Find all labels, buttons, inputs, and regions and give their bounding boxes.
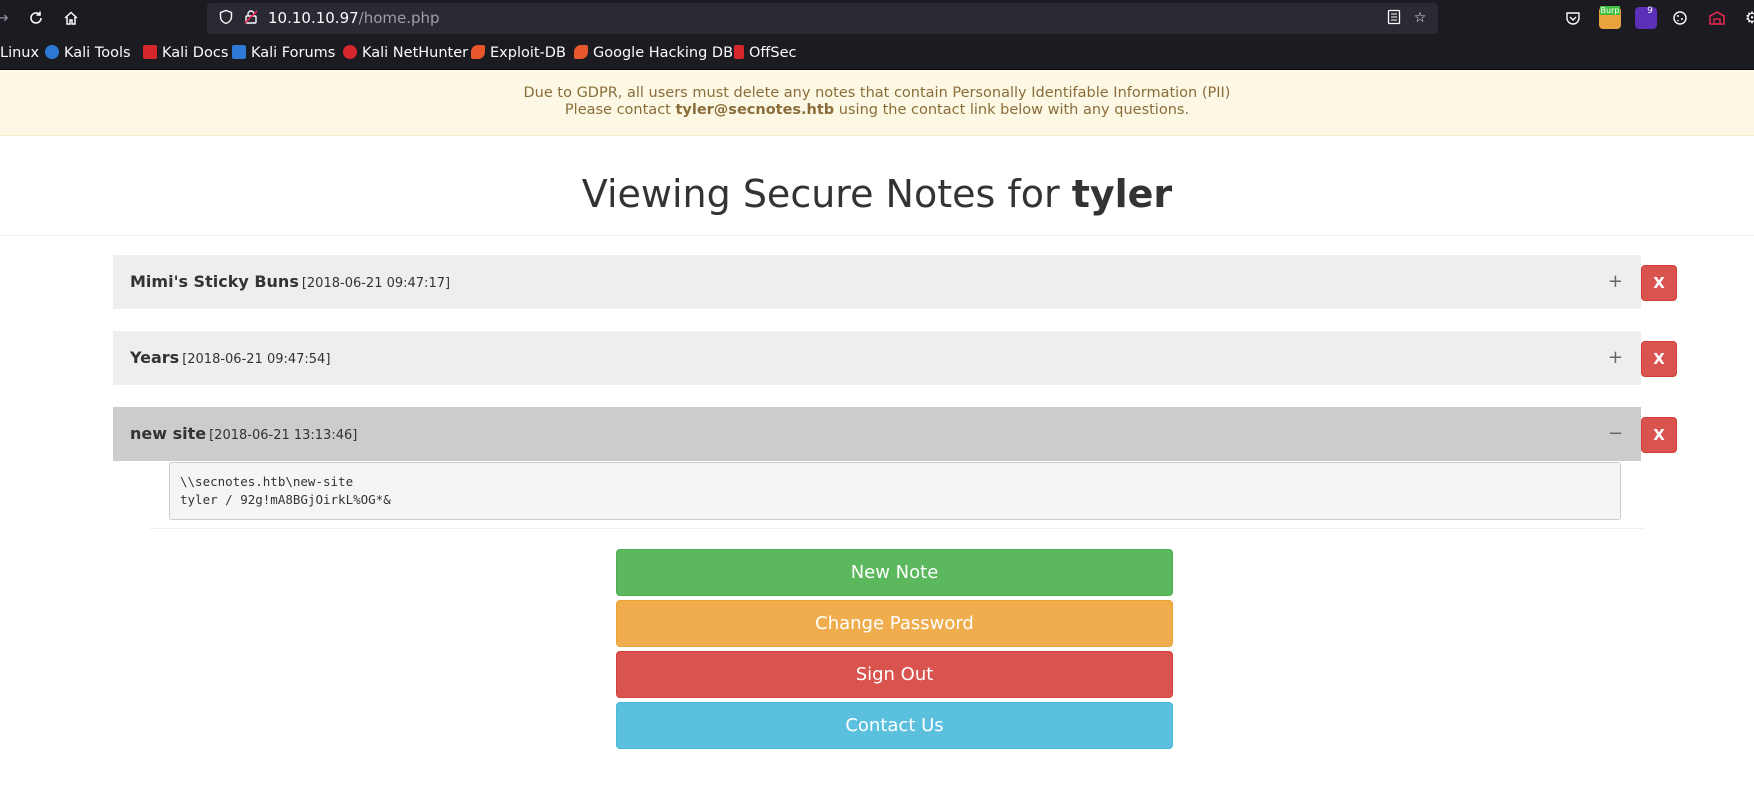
extensions-puzzle-icon[interactable]: ⚙ — [1742, 8, 1754, 28]
burp-extension-icon[interactable]: Burp — [1599, 6, 1621, 29]
note-header[interactable]: Years [2018-06-21 09:47:54] + — [113, 331, 1641, 385]
expand-icon[interactable]: + — [1608, 255, 1623, 309]
page-title: Viewing Secure Notes for tyler — [0, 136, 1754, 236]
bookmark-linux[interactable]: Linux — [0, 37, 39, 69]
collapse-icon[interactable]: − — [1608, 407, 1623, 461]
username: tyler — [1071, 172, 1173, 216]
bookmarks-bar: Linux Kali Tools Kali Docs Kali Forums K… — [0, 37, 1754, 69]
new-note-button[interactable]: New Note — [616, 549, 1173, 596]
delete-note-button[interactable]: X — [1641, 265, 1677, 301]
google-hacking-db-icon — [574, 45, 588, 59]
note-content-line: tyler / 92g!mA8BGjOirkL%OG*& — [180, 492, 391, 507]
kali-forums-icon — [232, 45, 246, 59]
note-body: \\secnotes.htb\new-site tyler / 92g!mA8B… — [150, 462, 1643, 529]
browser-toolbar: → 10.10.10.97/home.php ☆ Burp 9 ⚙ — [0, 0, 1754, 37]
bookmark-kali-tools[interactable]: Kali Tools — [45, 37, 131, 69]
note-content: \\secnotes.htb\new-site tyler / 92g!mA8B… — [169, 462, 1621, 520]
delete-note-button[interactable]: X — [1641, 417, 1677, 453]
offsec-icon — [734, 45, 744, 59]
home-icon[interactable] — [61, 8, 81, 28]
sign-out-button[interactable]: Sign Out — [616, 651, 1173, 698]
note-header[interactable]: new site [2018-06-21 13:13:46] − — [113, 407, 1641, 461]
alert-line-1: Due to GDPR, all users must delete any n… — [523, 85, 1231, 101]
bookmark-kali-nethunter[interactable]: Kali NetHunter — [343, 37, 468, 69]
kali-docs-icon — [143, 45, 157, 59]
kali-tools-icon — [45, 45, 59, 59]
badge-extension-icon[interactable]: 9 — [1635, 6, 1657, 29]
shield-icon[interactable] — [217, 9, 235, 27]
reload-icon[interactable] — [26, 8, 46, 28]
container-icon[interactable] — [1707, 8, 1727, 28]
gdpr-alert: Due to GDPR, all users must delete any n… — [0, 70, 1754, 136]
bookmark-google-hacking-db[interactable]: Google Hacking DB — [574, 37, 733, 69]
url-text[interactable]: 10.10.10.97/home.php — [268, 3, 440, 34]
note-title: Years — [130, 348, 180, 367]
bookmark-offsec[interactable]: OffSec — [734, 37, 797, 69]
note-date: [2018-06-21 09:47:17] — [301, 276, 451, 291]
forward-arrow-icon[interactable]: → — [0, 8, 12, 28]
note-title: new site — [130, 424, 207, 443]
kali-nethunter-icon — [343, 45, 357, 59]
note-date: [2018-06-21 09:47:54] — [182, 352, 331, 367]
bookmark-kali-docs[interactable]: Kali Docs — [143, 37, 228, 69]
contact-email: tyler@secnotes.htb — [675, 102, 835, 118]
cookie-icon[interactable] — [1670, 8, 1690, 28]
bookmark-exploit-db[interactable]: Exploit-DB — [471, 37, 566, 69]
insecure-lock-icon[interactable] — [242, 9, 260, 27]
url-bar[interactable]: 10.10.10.97/home.php ☆ — [207, 3, 1438, 34]
bookmark-star-icon[interactable]: ☆ — [1411, 9, 1429, 27]
note-header[interactable]: Mimi's Sticky Buns [2018-06-21 09:47:17] … — [113, 255, 1641, 309]
contact-us-button[interactable]: Contact Us — [616, 702, 1173, 749]
delete-note-button[interactable]: X — [1641, 341, 1677, 377]
reader-view-icon[interactable] — [1385, 9, 1403, 27]
note-title: Mimi's Sticky Buns — [130, 272, 299, 291]
bookmark-kali-forums[interactable]: Kali Forums — [232, 37, 335, 69]
exploit-db-icon — [471, 45, 485, 59]
note-date: [2018-06-21 13:13:46] — [209, 428, 358, 443]
expand-icon[interactable]: + — [1608, 331, 1623, 385]
alert-line-2: Please contact tyler@secnotes.htb using … — [564, 102, 1190, 118]
note-content-line: \\secnotes.htb\new-site — [180, 474, 354, 489]
change-password-button[interactable]: Change Password — [616, 600, 1173, 647]
pocket-icon[interactable] — [1563, 8, 1583, 28]
